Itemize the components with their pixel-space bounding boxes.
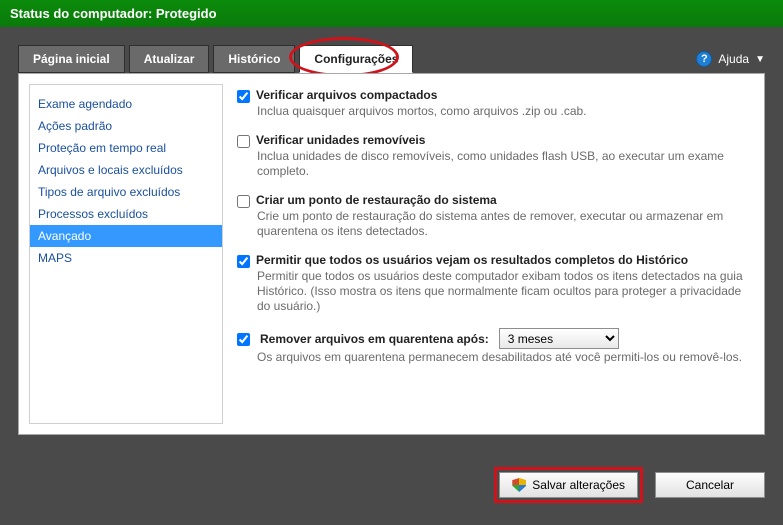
option-title: Remover arquivos em quarentena após: bbox=[260, 332, 489, 346]
highlight-save-box: Salvar alterações bbox=[494, 467, 643, 503]
tab-settings[interactable]: Configurações bbox=[299, 45, 413, 73]
option-scan-archive-row[interactable]: Verificar arquivos compactados bbox=[237, 88, 752, 103]
sidebar-item[interactable]: Processos excluídos bbox=[30, 203, 222, 225]
help-menu[interactable]: ? Ajuda ▼ bbox=[696, 51, 765, 67]
sidebar-item[interactable]: Avançado bbox=[30, 225, 222, 247]
option-desc: Os arquivos em quarentena permanecem des… bbox=[257, 350, 752, 365]
sidebar-item[interactable]: Arquivos e locais excluídos bbox=[30, 159, 222, 181]
checkbox-allow-all-users[interactable] bbox=[237, 255, 250, 268]
option-remove-quarantine: Remover arquivos em quarentena após: 3 m… bbox=[237, 328, 752, 365]
option-title: Criar um ponto de restauração do sistema bbox=[256, 193, 497, 207]
option-scan-removable: Verificar unidades removíveis Inclua uni… bbox=[237, 133, 752, 179]
option-desc: Inclua unidades de disco removíveis, com… bbox=[257, 149, 752, 179]
sidebar-item[interactable]: Exame agendado bbox=[30, 93, 222, 115]
option-restore-point: Criar um ponto de restauração do sistema… bbox=[237, 193, 752, 239]
option-scan-archive: Verificar arquivos compactados Inclua qu… bbox=[237, 88, 752, 119]
option-scan-removable-row[interactable]: Verificar unidades removíveis bbox=[237, 133, 752, 148]
option-title: Permitir que todos os usuários vejam os … bbox=[256, 253, 688, 267]
settings-content: Verificar arquivos compactados Inclua qu… bbox=[223, 74, 764, 434]
option-desc: Inclua quaisquer arquivos mortos, como a… bbox=[257, 104, 752, 119]
cancel-button-label: Cancelar bbox=[686, 478, 734, 492]
option-title: Verificar arquivos compactados bbox=[256, 88, 437, 102]
tabs-row: Página inicial Atualizar Histórico Confi… bbox=[18, 45, 765, 73]
main-region: Página inicial Atualizar Histórico Confi… bbox=[0, 27, 783, 525]
quarantine-duration-select[interactable]: 3 meses bbox=[499, 328, 619, 349]
checkbox-restore-point[interactable] bbox=[237, 195, 250, 208]
shield-icon bbox=[512, 478, 526, 492]
option-title: Verificar unidades removíveis bbox=[256, 133, 425, 147]
option-desc: Crie um ponto de restauração do sistema … bbox=[257, 209, 752, 239]
option-restore-point-row[interactable]: Criar um ponto de restauração do sistema bbox=[237, 193, 752, 208]
tab-settings-wrap: Configurações bbox=[299, 45, 417, 73]
option-allow-all-users-row[interactable]: Permitir que todos os usuários vejam os … bbox=[237, 253, 752, 268]
sidebar-item[interactable]: Tipos de arquivo excluídos bbox=[30, 181, 222, 203]
settings-sidebar: Exame agendadoAções padrãoProteção em te… bbox=[29, 84, 223, 424]
tab-home[interactable]: Página inicial bbox=[18, 45, 125, 73]
save-button-label: Salvar alterações bbox=[532, 478, 625, 492]
settings-panel: Exame agendadoAções padrãoProteção em te… bbox=[18, 73, 765, 435]
help-icon: ? bbox=[696, 51, 712, 67]
dialog-buttons: Salvar alterações Cancelar bbox=[494, 467, 765, 503]
option-desc: Permitir que todos os usuários deste com… bbox=[257, 269, 752, 314]
help-label: Ajuda bbox=[718, 52, 749, 66]
status-text: Status do computador: Protegido bbox=[10, 6, 217, 21]
sidebar-item[interactable]: Ações padrão bbox=[30, 115, 222, 137]
checkbox-scan-removable[interactable] bbox=[237, 135, 250, 148]
option-allow-all-users: Permitir que todos os usuários vejam os … bbox=[237, 253, 752, 314]
tab-history[interactable]: Histórico bbox=[213, 45, 295, 73]
status-header: Status do computador: Protegido bbox=[0, 0, 783, 27]
chevron-down-icon: ▼ bbox=[755, 54, 765, 65]
option-remove-quarantine-row[interactable]: Remover arquivos em quarentena após: 3 m… bbox=[237, 328, 619, 349]
sidebar-item[interactable]: MAPS bbox=[30, 247, 222, 269]
tab-update[interactable]: Atualizar bbox=[129, 45, 210, 73]
checkbox-remove-quarantine[interactable] bbox=[237, 333, 250, 346]
cancel-button[interactable]: Cancelar bbox=[655, 472, 765, 498]
save-button[interactable]: Salvar alterações bbox=[499, 472, 638, 498]
sidebar-item[interactable]: Proteção em tempo real bbox=[30, 137, 222, 159]
checkbox-scan-archive[interactable] bbox=[237, 90, 250, 103]
